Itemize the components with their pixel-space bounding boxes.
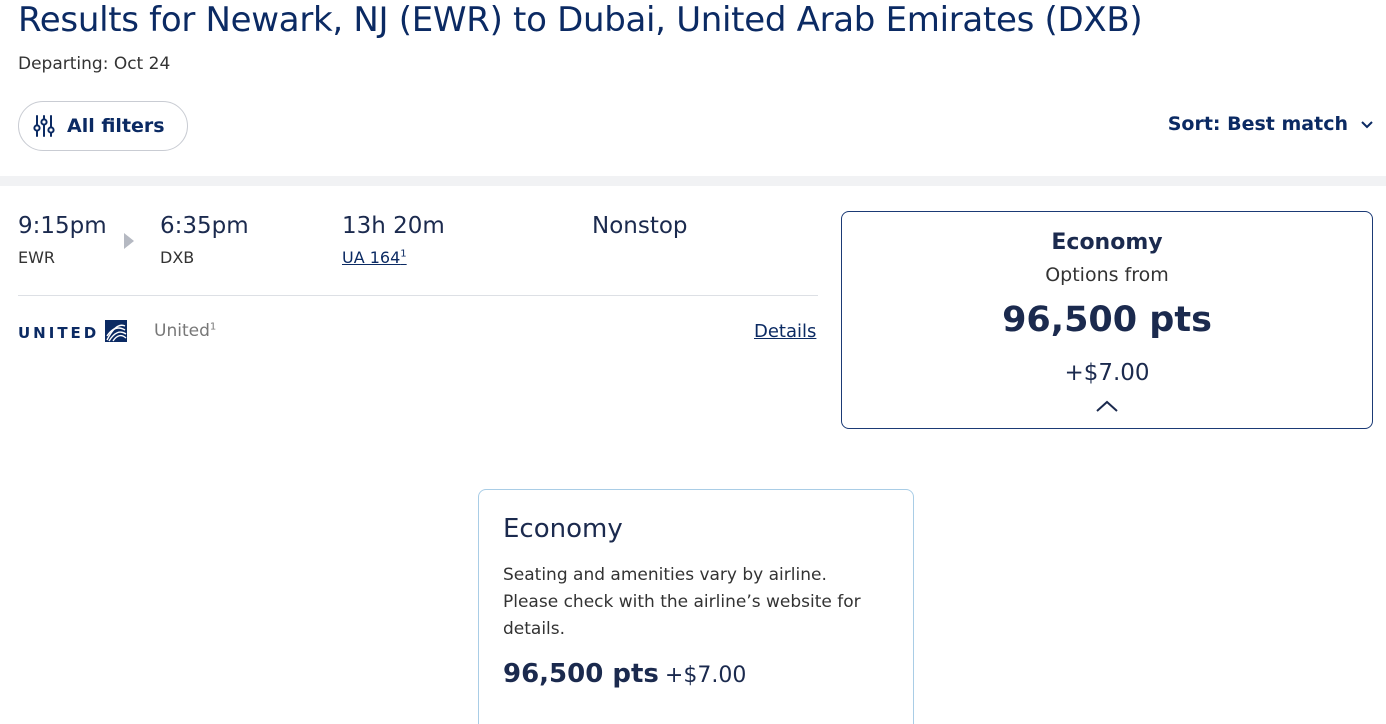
chevron-down-icon [1360, 115, 1374, 134]
arrive-time: 6:35pm [160, 213, 249, 239]
airline-logo: UNITED [18, 320, 128, 346]
economy-price-card[interactable]: Economy Options from 96,500 pts +$7.00 [841, 211, 1373, 429]
arrive-airport: DXB [160, 248, 195, 267]
page-title: Results for Newark, NJ (EWR) to Dubai, U… [18, 0, 1143, 40]
detail-card-cabin: Economy [503, 514, 623, 544]
economy-detail-card: Economy Seating and amenities vary by ai… [478, 489, 914, 724]
price-card-options: Options from [1045, 264, 1169, 286]
sliders-icon [33, 114, 55, 138]
airline-footnote: 1 [209, 321, 217, 333]
flight-number: UA 164 [342, 248, 401, 267]
flight-number-footnote: 1 [400, 248, 407, 260]
detail-card-description: Seating and amenities vary by airline. P… [503, 565, 861, 639]
price-card-cabin: Economy [1051, 230, 1163, 255]
departing-date: Departing: Oct 24 [18, 54, 171, 74]
flight-duration: 13h 20m [342, 213, 445, 239]
all-filters-label: All filters [67, 115, 165, 137]
airline-wordmark: UNITED [18, 324, 100, 342]
detail-card-price: 96,500 pts +$7.00 [503, 659, 889, 689]
details-link[interactable]: Details [754, 321, 816, 342]
depart-airport: EWR [18, 248, 56, 267]
price-card-fee: +$7.00 [1064, 360, 1150, 386]
all-filters-button[interactable]: All filters [18, 101, 188, 151]
detail-card-points: 96,500 pts [503, 659, 659, 689]
detail-card-fee: +$7.00 [664, 663, 747, 688]
globe-icon [105, 320, 128, 346]
stops-label: Nonstop [592, 213, 688, 239]
airline-name: United1 [154, 321, 216, 341]
section-divider [0, 176, 1386, 186]
depart-time: 9:15pm [18, 213, 107, 239]
sort-dropdown[interactable]: Sort: Best match [1168, 113, 1374, 135]
airline-name-text: United [154, 321, 210, 341]
flight-number-link[interactable]: UA 1641 [342, 248, 407, 267]
chevron-up-icon[interactable] [1094, 398, 1120, 418]
price-card-points: 96,500 pts [1002, 300, 1212, 340]
row-divider [18, 295, 818, 296]
arrow-right-icon [123, 232, 135, 254]
sort-label: Sort: Best match [1167, 113, 1348, 135]
